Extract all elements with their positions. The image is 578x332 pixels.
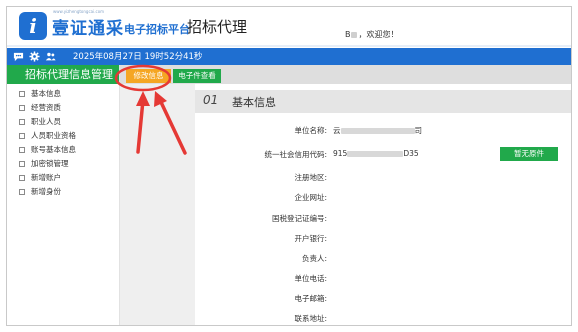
- field-value-credit-code: 915 D35: [333, 149, 419, 158]
- datetime-display: 2025年08月27日 19时52分41秒: [73, 52, 203, 62]
- field-label: 统一社会信用代码:: [264, 150, 327, 159]
- app-window: i www.yizhengtongcai.com 壹证通采 电子招标平台 招标代…: [6, 6, 572, 326]
- section-number: 01: [203, 93, 219, 107]
- chat-icon[interactable]: [13, 51, 24, 62]
- value-prefix: 云: [333, 126, 341, 135]
- logo-glyph: i: [29, 14, 37, 38]
- welcome-text: ，欢迎您！: [358, 30, 399, 39]
- tab-bar: 修改信息 电子件查看: [120, 65, 571, 84]
- section-title: 基本信息: [232, 96, 276, 109]
- value-suffix: 司: [414, 126, 423, 135]
- checkbox-icon: [19, 105, 25, 111]
- field-label: 单位名称:: [294, 126, 327, 135]
- sidebar-item-label: 新增身份: [31, 187, 61, 196]
- checkbox-icon: [19, 189, 25, 195]
- sidebar-item-qualification[interactable]: 经营资质: [19, 101, 61, 114]
- checkbox-icon: [19, 175, 25, 181]
- value-suffix: D35: [403, 149, 419, 158]
- gear-icon[interactable]: [29, 51, 40, 62]
- sidebar-item-label: 职业人员: [31, 117, 61, 126]
- sidebar-item-staff[interactable]: 职业人员: [19, 115, 61, 128]
- module-title: 招标代理: [187, 18, 248, 36]
- field-label: 开户银行:: [294, 234, 327, 243]
- sidebar-menu: 基本信息 经营资质 职业人员 人员职业资格 账号基本信息 加密锁管理 新增账户 …: [7, 85, 119, 325]
- sidebar-item-lock-management[interactable]: 加密锁管理: [19, 157, 69, 170]
- no-original-button[interactable]: 暂无原件: [500, 147, 558, 161]
- user-name: B: [345, 30, 351, 39]
- sidebar-item-label: 账号基本信息: [31, 145, 76, 154]
- field-value-company-name: 云司: [333, 125, 422, 136]
- sidebar-item-add-identity[interactable]: 新增身份: [19, 185, 61, 198]
- redacted-text: [347, 151, 404, 157]
- view-documents-button[interactable]: 电子件查看: [173, 69, 221, 83]
- sidebar-title: 招标代理信息管理: [7, 65, 119, 84]
- sidebar-item-add-account[interactable]: 新增账户: [19, 171, 61, 184]
- content-left-gutter: [120, 84, 195, 325]
- checkbox-icon: [19, 147, 25, 153]
- app-header: i www.yizhengtongcai.com 壹证通采 电子招标平台 招标代…: [7, 7, 571, 45]
- field-label: 企业网址:: [294, 193, 327, 202]
- sidebar-item-label: 经营资质: [31, 103, 61, 112]
- sidebar-item-label: 加密锁管理: [31, 159, 69, 168]
- sidebar-item-label: 基本信息: [31, 89, 61, 98]
- field-label: 联系地址:: [294, 314, 327, 323]
- checkbox-icon: [19, 161, 25, 167]
- edit-info-button[interactable]: 修改信息: [126, 69, 171, 83]
- sidebar-item-basic-info[interactable]: 基本信息: [19, 87, 61, 100]
- sidebar-item-staff-cert[interactable]: 人员职业资格: [19, 129, 76, 142]
- brand-name: 壹证通采: [52, 19, 124, 39]
- field-label: 负责人:: [301, 254, 327, 263]
- sidebar-item-label: 人员职业资格: [31, 131, 76, 140]
- users-icon[interactable]: [45, 51, 56, 62]
- field-label: 国税登记证编号:: [271, 214, 327, 223]
- section-header: 01 基本信息: [195, 90, 571, 113]
- top-toolbar: 2025年08月27日 19时52分41秒: [7, 48, 571, 65]
- platform-label: 电子招标平台: [124, 23, 190, 36]
- user-greeting: B ，欢迎您！: [345, 29, 399, 40]
- checkbox-icon: [19, 119, 25, 125]
- logo: i: [19, 12, 47, 40]
- sidebar-item-account-info[interactable]: 账号基本信息: [19, 143, 76, 156]
- redacted-text: [340, 128, 415, 134]
- header-divider: [7, 45, 571, 47]
- sidebar-item-label: 新增账户: [31, 173, 61, 182]
- field-label: 电子邮箱:: [294, 294, 327, 303]
- checkbox-icon: [19, 91, 25, 97]
- checkbox-icon: [19, 133, 25, 139]
- field-label: 注册地区:: [294, 173, 327, 182]
- field-label: 单位电话:: [294, 274, 327, 283]
- redacted-name: [350, 31, 357, 38]
- value-prefix: 915: [333, 149, 348, 158]
